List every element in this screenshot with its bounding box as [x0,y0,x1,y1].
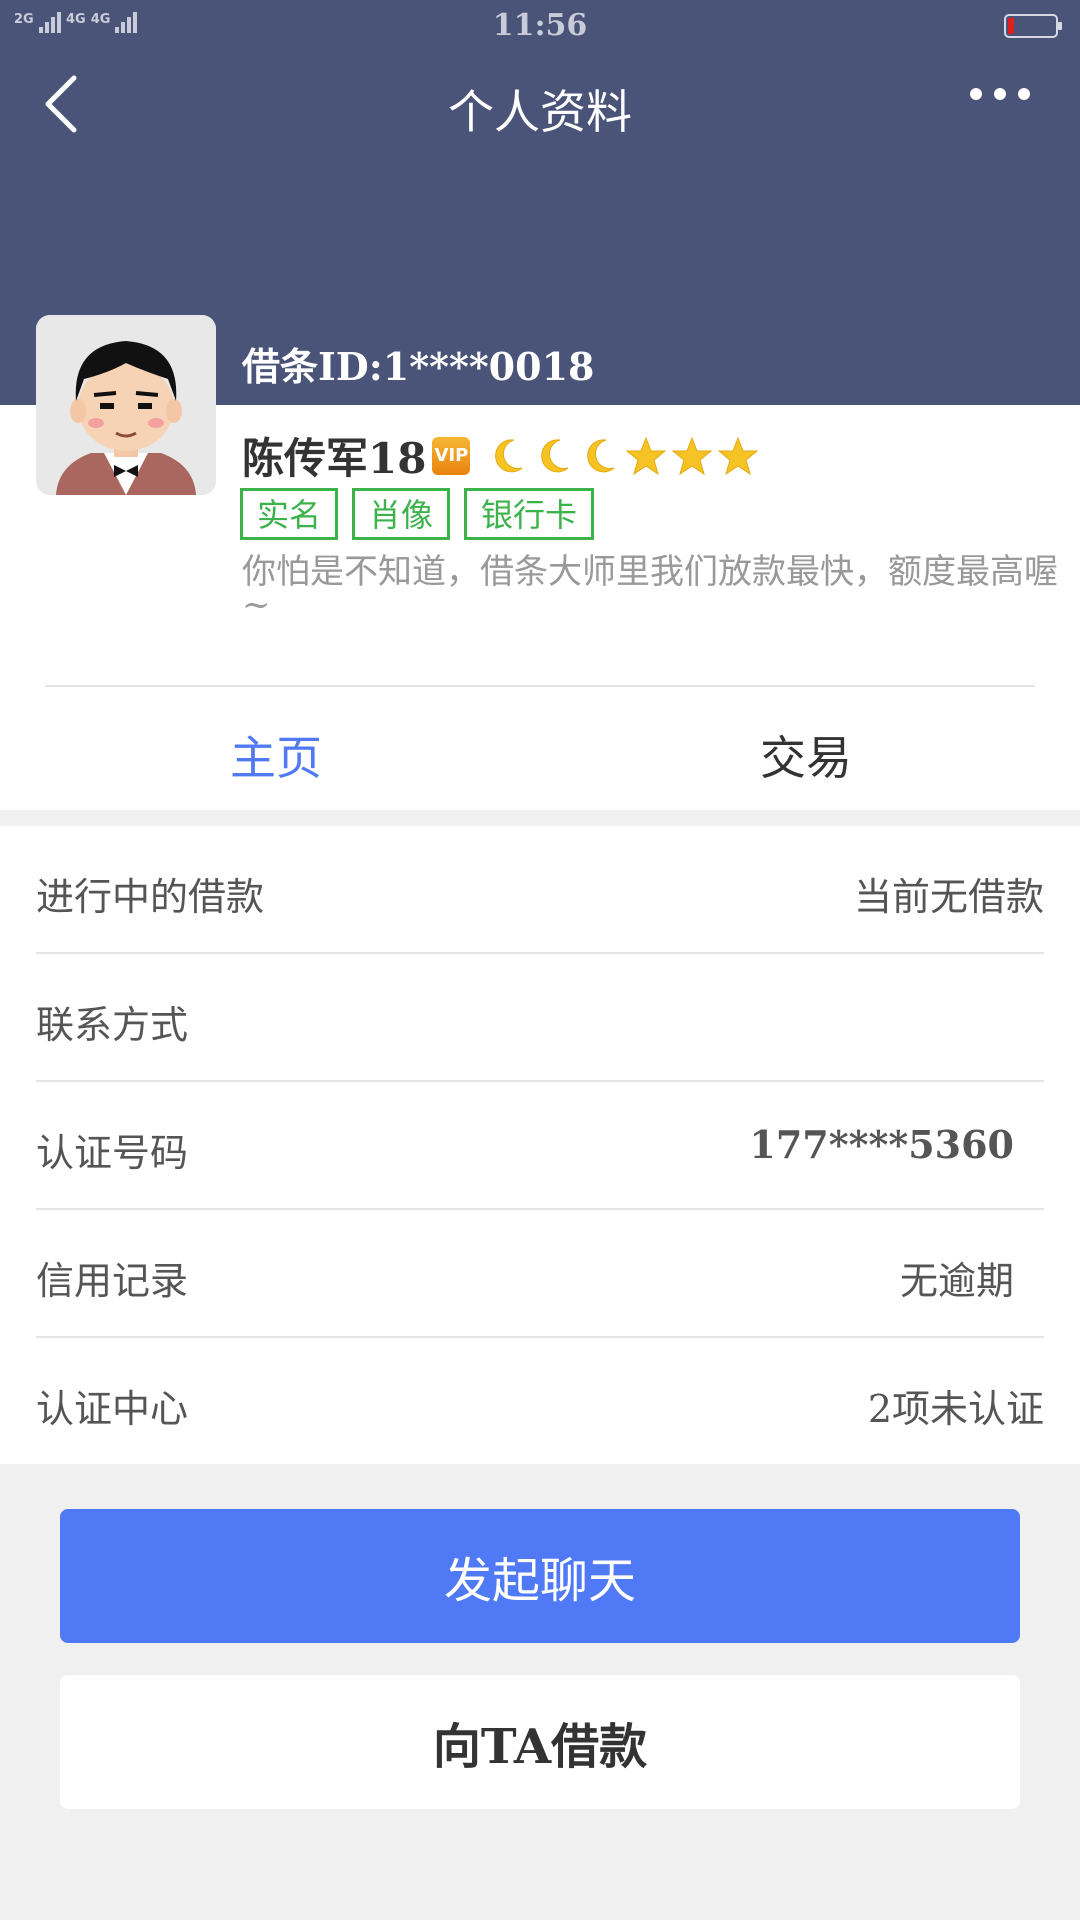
moon-icon [534,436,574,476]
row-value: 无逾期 [899,1259,1014,1303]
row-label: 进行中的借款 [36,875,265,919]
info-list: 进行中的借款 当前无借款 联系方式 认证号码 177****5360 信用记录 … [0,826,1080,1464]
moon-icon [488,436,528,476]
star-icon [672,436,713,476]
list-item[interactable]: 认证中心 2项未认证 [36,1338,1044,1466]
status-time: 11:56 [492,8,588,43]
verification-tags: 实名 肖像 银行卡 [240,488,595,540]
divider [45,685,1035,687]
rating [488,436,759,476]
moon-icon [580,436,620,476]
row-label: 联系方式 [36,1003,189,1047]
avatar[interactable] [36,315,216,495]
list-item[interactable]: 认证号码 177****5360 [36,1082,1044,1210]
tab-home[interactable]: 主页 [230,722,322,788]
row-value: 2项未认证 [867,1387,1044,1431]
page-title: 个人资料 [448,85,632,139]
list-item[interactable]: 联系方式 [36,954,1044,1082]
status-bar: 2G 4G 4G 11:56 [0,0,1080,54]
start-chat-button[interactable]: 发起聊天 [60,1509,1020,1643]
tag-bankcard: 银行卡 [464,488,595,540]
row-label: 信用记录 [36,1259,189,1303]
user-id: 借条ID:1****0018 [242,344,595,389]
list-item[interactable]: 进行中的借款 当前无借款 [36,826,1044,954]
row-value: 当前无借款 [853,875,1044,919]
user-name: 陈传军18 [242,434,427,483]
star-icon [626,436,667,476]
lend-to-user-button[interactable]: 向TA借款 [60,1675,1020,1809]
avatar-image [36,315,216,495]
star-icon [718,436,759,476]
row-value: 177****5360 [749,1122,1014,1167]
user-bio: 你怕是不知道，借条大师里我们放款最快，额度最高喔~ [242,552,1058,625]
more-button[interactable] [970,88,1030,100]
battery-icon [1004,14,1062,38]
tag-portrait: 肖像 [352,488,451,540]
list-item[interactable]: 信用记录 无逾期 [36,1210,1044,1338]
tab-trade[interactable]: 交易 [760,722,852,788]
row-label: 认证中心 [36,1387,189,1431]
vip-badge: VIP [432,436,471,475]
tag-realname: 实名 [240,488,339,540]
row-label: 认证号码 [36,1131,189,1175]
more-dots-icon [970,88,1030,100]
